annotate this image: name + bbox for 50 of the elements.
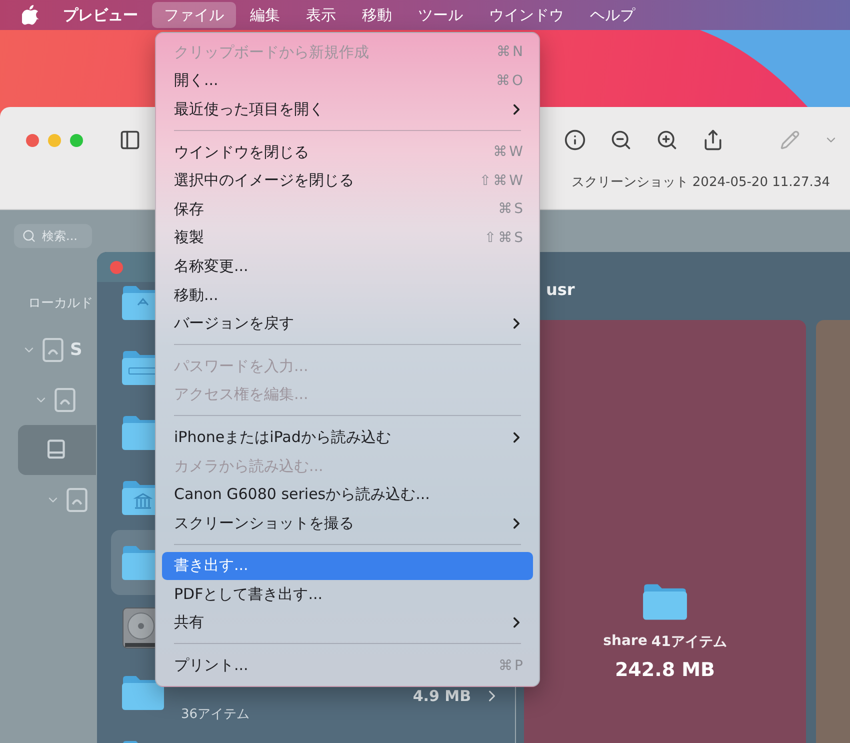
- shortcut-label: ⌘S: [498, 201, 525, 218]
- folder-card[interactable]: share 41アイテム 242.8 MB: [524, 320, 806, 743]
- sidebar-heading: ローカルド: [28, 295, 93, 312]
- menubar-item[interactable]: ウインドウ: [477, 2, 576, 28]
- window-title: スクリーンショット 2024-05-20 11.27.34: [571, 174, 831, 191]
- shortcut-label: ⇧⌘S: [484, 230, 525, 246]
- shortcut-label: ⌘O: [496, 72, 525, 89]
- sidebar-icon[interactable]: [119, 129, 141, 151]
- close-button[interactable]: [26, 134, 39, 146]
- shortcut-label: ⌘N: [496, 44, 525, 60]
- shortcut-label: ⇧⌘W: [479, 172, 525, 189]
- menu-item[interactable]: 移動...: [162, 280, 533, 310]
- folder-icon: [121, 674, 165, 710]
- tree-item[interactable]: [18, 425, 96, 475]
- pencil-icon[interactable]: [780, 130, 800, 150]
- zoom-button[interactable]: [70, 134, 83, 146]
- shortcut-label: ⌘W: [493, 144, 525, 160]
- search-placeholder: 検索...: [42, 228, 78, 244]
- folder-size: 242.8 MB: [614, 659, 716, 681]
- menu-item[interactable]: ウインドウを閉じる ⌘W: [162, 138, 533, 166]
- tree-label: S: [70, 340, 82, 360]
- menu-item[interactable]: 書き出す...: [162, 552, 533, 580]
- drive-icon: [54, 387, 76, 413]
- folder-icon: [642, 583, 688, 621]
- menubar-item[interactable]: プレビュー: [51, 2, 150, 28]
- share-icon[interactable]: [702, 129, 724, 151]
- folder-size: 4.9 MB: [412, 686, 471, 704]
- drive-icon: [66, 487, 88, 513]
- menubar-item[interactable]: 表示: [294, 2, 348, 28]
- menu-item[interactable]: 選択中のイメージを閉じる ⇧⌘W: [162, 166, 533, 195]
- menubar-item[interactable]: ツール: [406, 2, 475, 28]
- zoom-in-icon[interactable]: [656, 129, 678, 151]
- menubar-item[interactable]: ヘルプ: [578, 2, 647, 28]
- panel-title: usr: [545, 278, 576, 300]
- folder-name: share: [603, 633, 648, 651]
- item-count: 36アイテム: [181, 706, 251, 722]
- drive-icon: [42, 337, 64, 363]
- search-icon: [22, 229, 36, 243]
- zoom-out-icon[interactable]: [610, 129, 632, 151]
- item-count: 41アイテム: [651, 633, 727, 651]
- menu-item[interactable]: 名称変更...: [162, 252, 533, 281]
- menubar-item[interactable]: 移動: [350, 2, 404, 28]
- info-icon[interactable]: [564, 129, 586, 151]
- menu-item[interactable]: 最近使った項目を開く: [162, 95, 533, 124]
- menu-item[interactable]: 複製 ⇧⌘S: [162, 224, 533, 252]
- menubar-item[interactable]: 編集: [238, 2, 292, 28]
- menu-item[interactable]: 開く... ⌘O: [162, 66, 533, 96]
- shortcut-label: ⌘P: [498, 658, 525, 674]
- menu-item[interactable]: 保存 ⌘S: [162, 194, 533, 224]
- apple-icon[interactable]: [22, 5, 39, 25]
